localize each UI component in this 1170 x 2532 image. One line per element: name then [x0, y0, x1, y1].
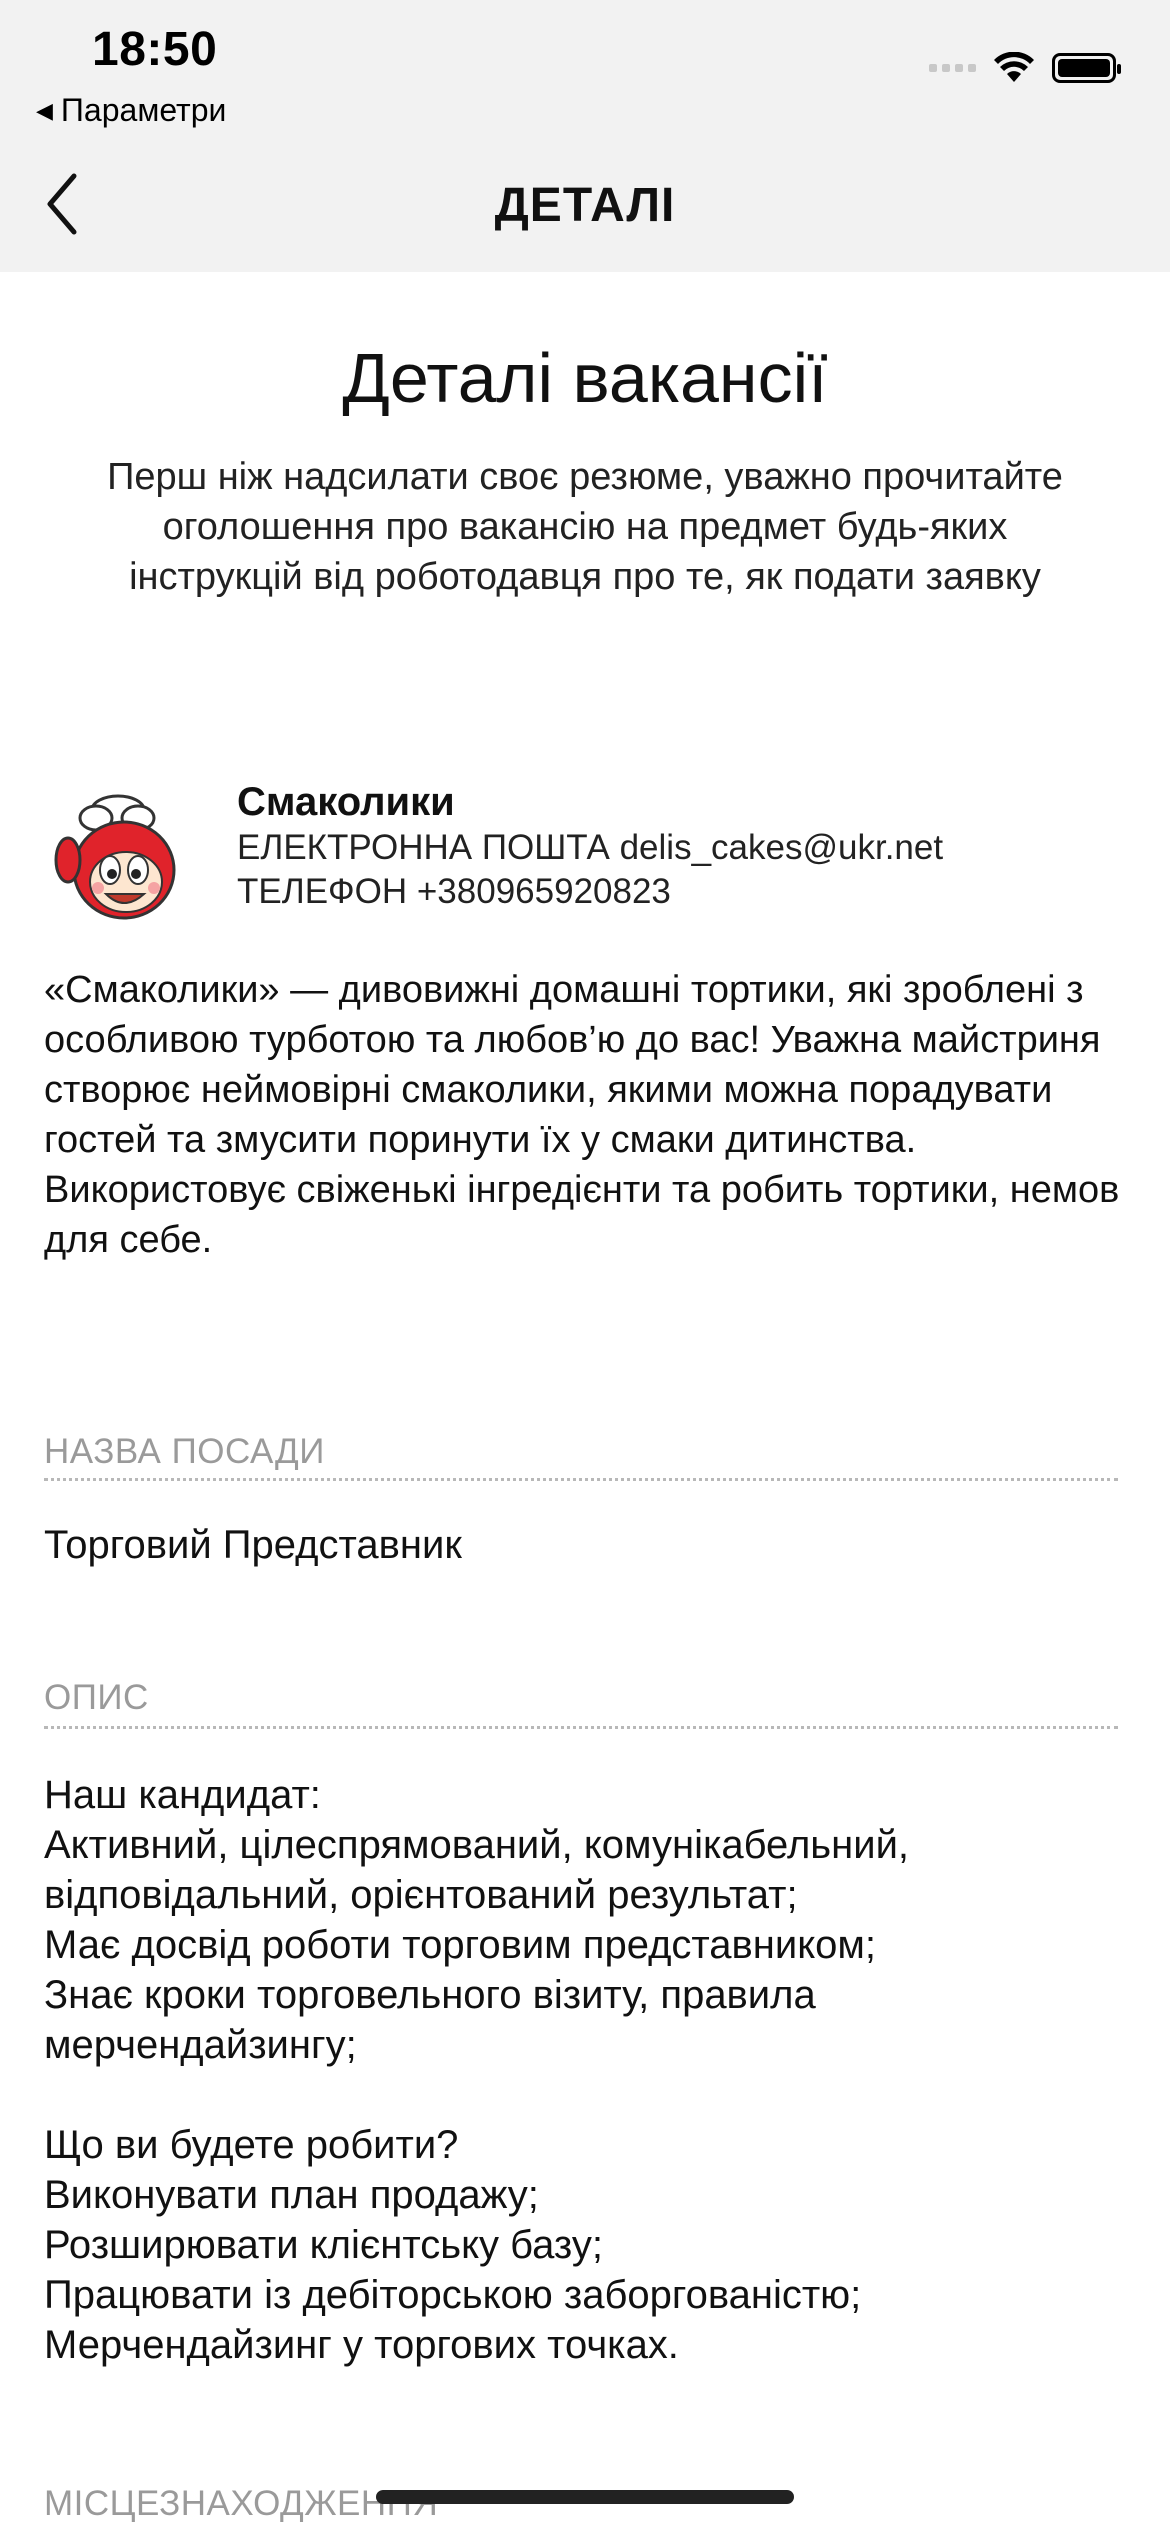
company-description: «Смаколики» — дивовижні домашні тортики,… — [44, 969, 1120, 1261]
intro-text: Перш ніж надсилати своє резюме, уважно п… — [107, 456, 1063, 598]
cellular-signal-icon — [929, 64, 976, 72]
back-app-label: Параметри — [60, 92, 227, 128]
employer-email[interactable]: ЕЛЕКТРОННА ПОШТА delis_cakes@ukr.net — [237, 828, 943, 868]
employer-logo — [54, 794, 176, 920]
divider — [44, 1478, 1118, 1481]
back-to-app-link[interactable]: ◀ Параметри — [36, 92, 226, 129]
divider — [44, 1726, 1118, 1729]
back-triangle-icon: ◀ — [36, 97, 53, 123]
description-label: ОПИС — [44, 1678, 149, 1717]
employer-phone[interactable]: ТЕЛЕФОН +380965920823 — [237, 872, 671, 912]
position-value: Торговий Представник — [44, 1523, 462, 1567]
job-description: Наш кандидат: Активний, цілеспрямований,… — [44, 1773, 910, 2367]
home-indicator[interactable] — [376, 2490, 794, 2504]
status-time: 18:50 — [92, 23, 218, 76]
position-label: НАЗВА ПОСАДИ — [44, 1432, 325, 1471]
battery-icon — [1052, 53, 1121, 83]
top-bar: 18:50 ◀ Параметри ДЕТАЛІ — [0, 0, 1170, 272]
status-icons — [929, 52, 1121, 84]
employer-name: Смаколики — [237, 780, 455, 824]
employer-card: Смаколики ЕЛЕКТРОННА ПОШТА delis_cakes@u… — [54, 780, 1124, 940]
page-title: Деталі вакансії — [342, 339, 828, 417]
nav-title: ДЕТАЛІ — [494, 179, 676, 232]
wifi-icon — [994, 52, 1034, 82]
